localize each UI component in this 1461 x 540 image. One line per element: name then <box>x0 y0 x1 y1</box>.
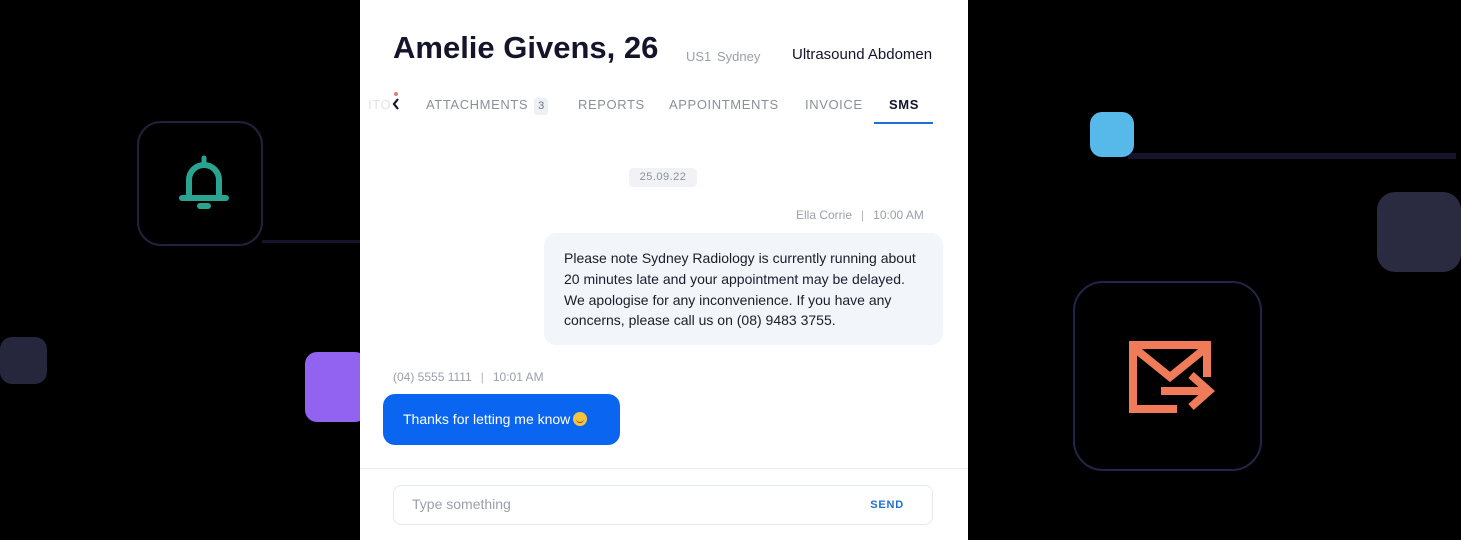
active-tab-indicator <box>874 122 933 124</box>
outgoing-time: 10:01 AM <box>492 370 544 384</box>
sky-tile <box>1090 112 1134 157</box>
tab-attachments[interactable]: ATTACHMENTS 3 <box>426 97 549 115</box>
purple-tile <box>305 352 367 422</box>
tab-reports[interactable]: REPORTS <box>578 97 645 112</box>
tab-attachments-label: ATTACHMENTS <box>426 97 529 112</box>
location: Sydney <box>717 49 761 64</box>
patient-sms-panel: Amelie Givens, 26 US1 Sydney Ultrasound … <box>360 0 968 540</box>
message-input[interactable] <box>412 496 832 512</box>
connector-line-right <box>1128 153 1456 159</box>
room-code: US1 <box>686 49 712 64</box>
tab-invoice[interactable]: INVOICE <box>805 97 863 112</box>
sender-phone: (04) 5555 1111 <box>393 370 472 384</box>
tab-clipped[interactable]: ITO <box>368 97 391 112</box>
message-composer: SEND <box>393 485 933 525</box>
incoming-meta: Ella Corrie | 10:00 AM <box>796 208 924 222</box>
chevron-left-icon[interactable] <box>391 93 401 115</box>
date-separator: 25.09.22 <box>629 168 697 187</box>
tab-sms[interactable]: SMS <box>889 97 919 112</box>
dark-tile-large <box>1377 192 1461 272</box>
attachments-count-badge: 3 <box>534 98 549 115</box>
send-button[interactable]: SEND <box>870 499 904 511</box>
composer-divider <box>360 468 968 469</box>
smile-emoji-icon <box>573 412 588 426</box>
outgoing-meta: (04) 5555 1111 | 10:01 AM <box>393 370 544 384</box>
exam-type: Ultrasound Abdomen <box>792 46 933 63</box>
patient-name: Amelie Givens, 26 <box>393 30 659 65</box>
outgoing-message: Thanks for letting me know <box>383 394 620 445</box>
incoming-time: 10:00 AM <box>873 208 924 222</box>
incoming-message: Please note Sydney Radiology is currentl… <box>544 233 943 345</box>
connector-line-left <box>262 240 362 243</box>
mail-send-icon <box>1125 337 1221 426</box>
bell-tile <box>137 121 263 246</box>
outgoing-message-text: Thanks for letting me know <box>403 411 571 427</box>
bell-icon <box>176 154 232 221</box>
tab-appointments[interactable]: APPOINTMENTS <box>669 97 779 112</box>
mail-tile <box>1073 281 1262 471</box>
dark-tile-small <box>0 337 47 384</box>
sender-name: Ella Corrie <box>796 208 853 222</box>
tab-bar: ITO ATTACHMENTS 3 REPORTS APPOINTMENTS IN… <box>360 92 968 126</box>
